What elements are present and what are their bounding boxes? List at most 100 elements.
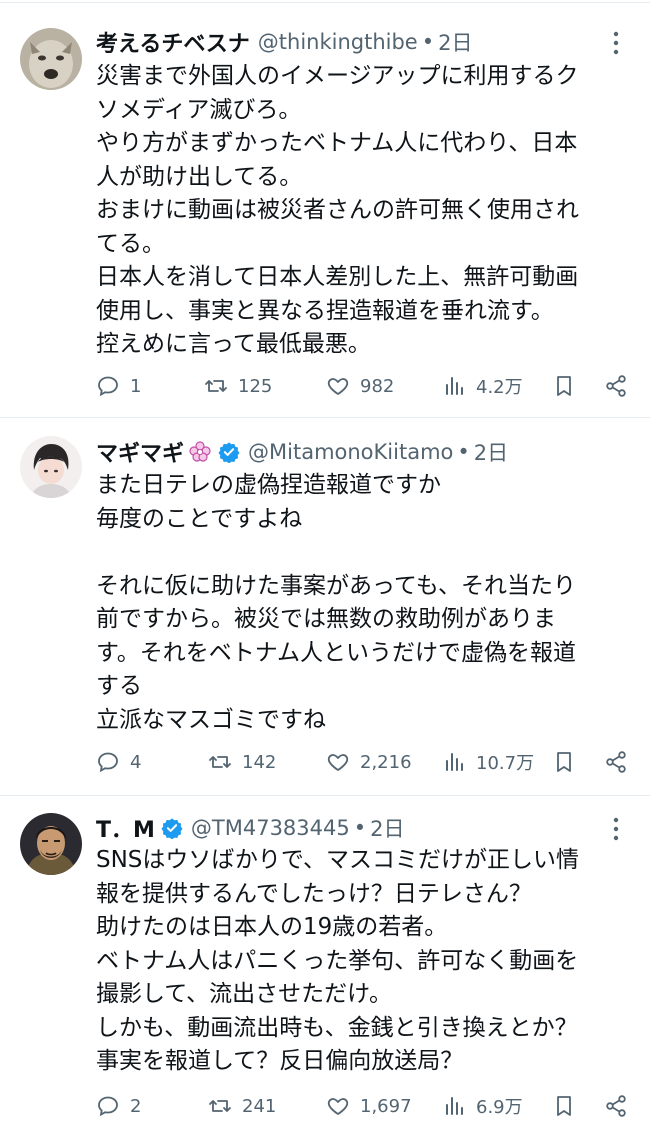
verified-badge-icon: [218, 441, 240, 464]
tweet-text-line: す。それをベトナム人というだけで虚偽を報道: [96, 639, 577, 666]
reply-button[interactable]: 1: [96, 370, 141, 402]
retweet-button[interactable]: 125: [204, 370, 272, 402]
tweet-text-line: する: [96, 673, 142, 699]
timeline: 考えるチベスナ @thinkingthibe • 2日 災害まで外国人のイメージ…: [0, 0, 650, 1132]
views-icon: [446, 753, 463, 771]
tweet-text-line: てる。: [96, 230, 165, 257]
user-handle[interactable]: @TM47383445: [191, 816, 350, 840]
reply-button[interactable]: 2: [96, 1090, 141, 1122]
views-icon: [446, 377, 463, 395]
retweet-button[interactable]: 241: [208, 1090, 276, 1122]
heart-icon: [327, 1098, 349, 1115]
user-handle[interactable]: @MitamonoKiitamo: [248, 440, 453, 464]
separator-dot: •: [421, 30, 435, 54]
more-icon[interactable]: [606, 816, 626, 842]
heart-icon: [327, 378, 349, 395]
tweet-text-line: SNSはウソばかりで、マスコミだけが正しい情: [96, 847, 579, 873]
divider: [0, 417, 650, 418]
bookmark-button[interactable]: [552, 1090, 576, 1122]
views-button[interactable]: 10.7万: [442, 746, 534, 778]
reply-icon: [98, 1096, 118, 1117]
separator-dot: •: [353, 816, 367, 840]
share-button[interactable]: [604, 1090, 628, 1122]
views-button[interactable]: 6.9万: [442, 1090, 523, 1122]
reply-icon: [98, 376, 118, 397]
like-button[interactable]: 982: [326, 370, 394, 402]
avatar[interactable]: [20, 813, 82, 875]
verified-badge-icon: [161, 817, 183, 840]
timestamp[interactable]: 2日: [370, 813, 404, 843]
share-button[interactable]: [604, 746, 628, 778]
tweet-text-line: 撮影して、流出させただけ。: [96, 981, 393, 1007]
views-count: 6.9万: [476, 1097, 523, 1118]
tweet-header: マギマギ @MitamonoKiitamo • 2日: [96, 436, 508, 468]
retweet-icon: [209, 1100, 231, 1112]
like-button[interactable]: 2,216: [326, 746, 412, 778]
reply-icon: [98, 752, 118, 773]
display-name[interactable]: マギマギ: [96, 436, 184, 468]
like-button[interactable]: 1,697: [326, 1090, 412, 1122]
tweet-text-line: 毎度のことですよね: [96, 505, 303, 532]
reply-count: 2: [130, 1095, 142, 1117]
heart-icon: [327, 754, 349, 771]
reply-count: 1: [130, 375, 142, 397]
tweet-header: 考えるチベスナ @thinkingthibe • 2日: [96, 26, 473, 58]
retweet-icon: [209, 756, 231, 768]
avatar[interactable]: [20, 28, 82, 90]
tweet-text-line: 災害まで外国人のイメージアップに利用するク: [96, 63, 579, 89]
divider: [0, 2, 650, 3]
avatar[interactable]: [20, 436, 82, 498]
tweet-text: 災害まで外国人のイメージアップに利用するク ソメディア滅びろ。 やり方がまずかっ…: [96, 60, 632, 362]
bookmark-button[interactable]: [552, 370, 576, 402]
bookmark-icon: [557, 1096, 571, 1116]
tweet-actions: 1 125 982 4.2万: [96, 370, 636, 402]
tweet-text-line: 人が助け出してる。: [96, 163, 303, 190]
tweet-text-line: おまけに動画は被災者さんの許可無く使用され: [96, 197, 579, 223]
tweet-actions: 2 241 1,697 6.9万: [96, 1090, 636, 1122]
reply-button[interactable]: 4: [96, 746, 141, 778]
share-icon: [606, 751, 626, 773]
like-count: 982: [360, 375, 395, 397]
tweet-text-line: ベトナム人はパニくった挙句、許可なく動画を: [96, 947, 579, 974]
bookmark-icon: [557, 376, 571, 396]
retweet-count: 125: [238, 375, 273, 397]
tweet-text-line: 使用し、事実と異なる捏造報道を垂れ流す。: [96, 297, 554, 324]
tweet-text-line: また日テレの虚偽捏造報道ですか: [96, 472, 441, 498]
like-count: 2,216: [360, 751, 412, 773]
timestamp[interactable]: 2日: [438, 27, 472, 57]
views-button[interactable]: 4.2万: [442, 370, 523, 402]
tweet-text-line: それに仮に助けた事案があっても、それ当たり: [96, 572, 577, 599]
tweet-header: T．M @TM47383445 • 2日: [96, 812, 405, 844]
tweet-text-line: 前ですから。被災では無数の救助例がありま: [96, 606, 556, 632]
retweet-count: 142: [242, 751, 277, 773]
tweet-text-line: やり方がまずかったベトナム人に代わり、日本: [96, 130, 578, 156]
tweet-text-line: 助けたのは日本人の19歳の若者。: [96, 914, 448, 940]
tweet-actions: 4 142 2,216 10.7万: [96, 746, 636, 778]
tweet-text-line: しかも、動画流出時も、金銭と引き換えとか？: [96, 1014, 578, 1041]
tweet-text-line: 日本人を消して日本人差別した上、無許可動画: [96, 264, 579, 290]
tweet-text: また日テレの虚偽捏造報道ですか 毎度のことですよね それに仮に助けた事案があって…: [96, 469, 632, 737]
display-name[interactable]: T．M: [96, 812, 155, 844]
retweet-button[interactable]: 142: [208, 746, 276, 778]
timestamp[interactable]: 2日: [474, 437, 508, 467]
reply-count: 4: [130, 751, 142, 773]
user-handle[interactable]: @thinkingthibe: [258, 30, 418, 54]
more-icon[interactable]: [606, 30, 626, 56]
share-icon: [606, 375, 626, 397]
tweet-text-line: ソメディア滅びろ。: [96, 96, 302, 123]
divider: [0, 795, 650, 796]
share-button[interactable]: [604, 370, 628, 402]
tweet-text-line: 報を提供するんでしたっけ？日テレさん？: [96, 880, 532, 907]
tweet-text-line: 控えめに言って最低最悪。: [96, 331, 371, 357]
views-icon: [446, 1097, 463, 1115]
tweet-text-line: 立派なマスゴミですね: [96, 706, 326, 733]
views-count: 4.2万: [476, 377, 523, 398]
bookmark-icon: [557, 752, 571, 772]
share-icon: [606, 1095, 626, 1117]
flower-icon: [188, 440, 212, 464]
tweet-text-line: [96, 536, 632, 570]
tweet-text-line: 事実を報道して？反日偏向放送局？: [96, 1048, 464, 1074]
bookmark-button[interactable]: [552, 746, 576, 778]
like-count: 1,697: [360, 1095, 412, 1117]
display-name[interactable]: 考えるチベスナ: [96, 26, 250, 58]
